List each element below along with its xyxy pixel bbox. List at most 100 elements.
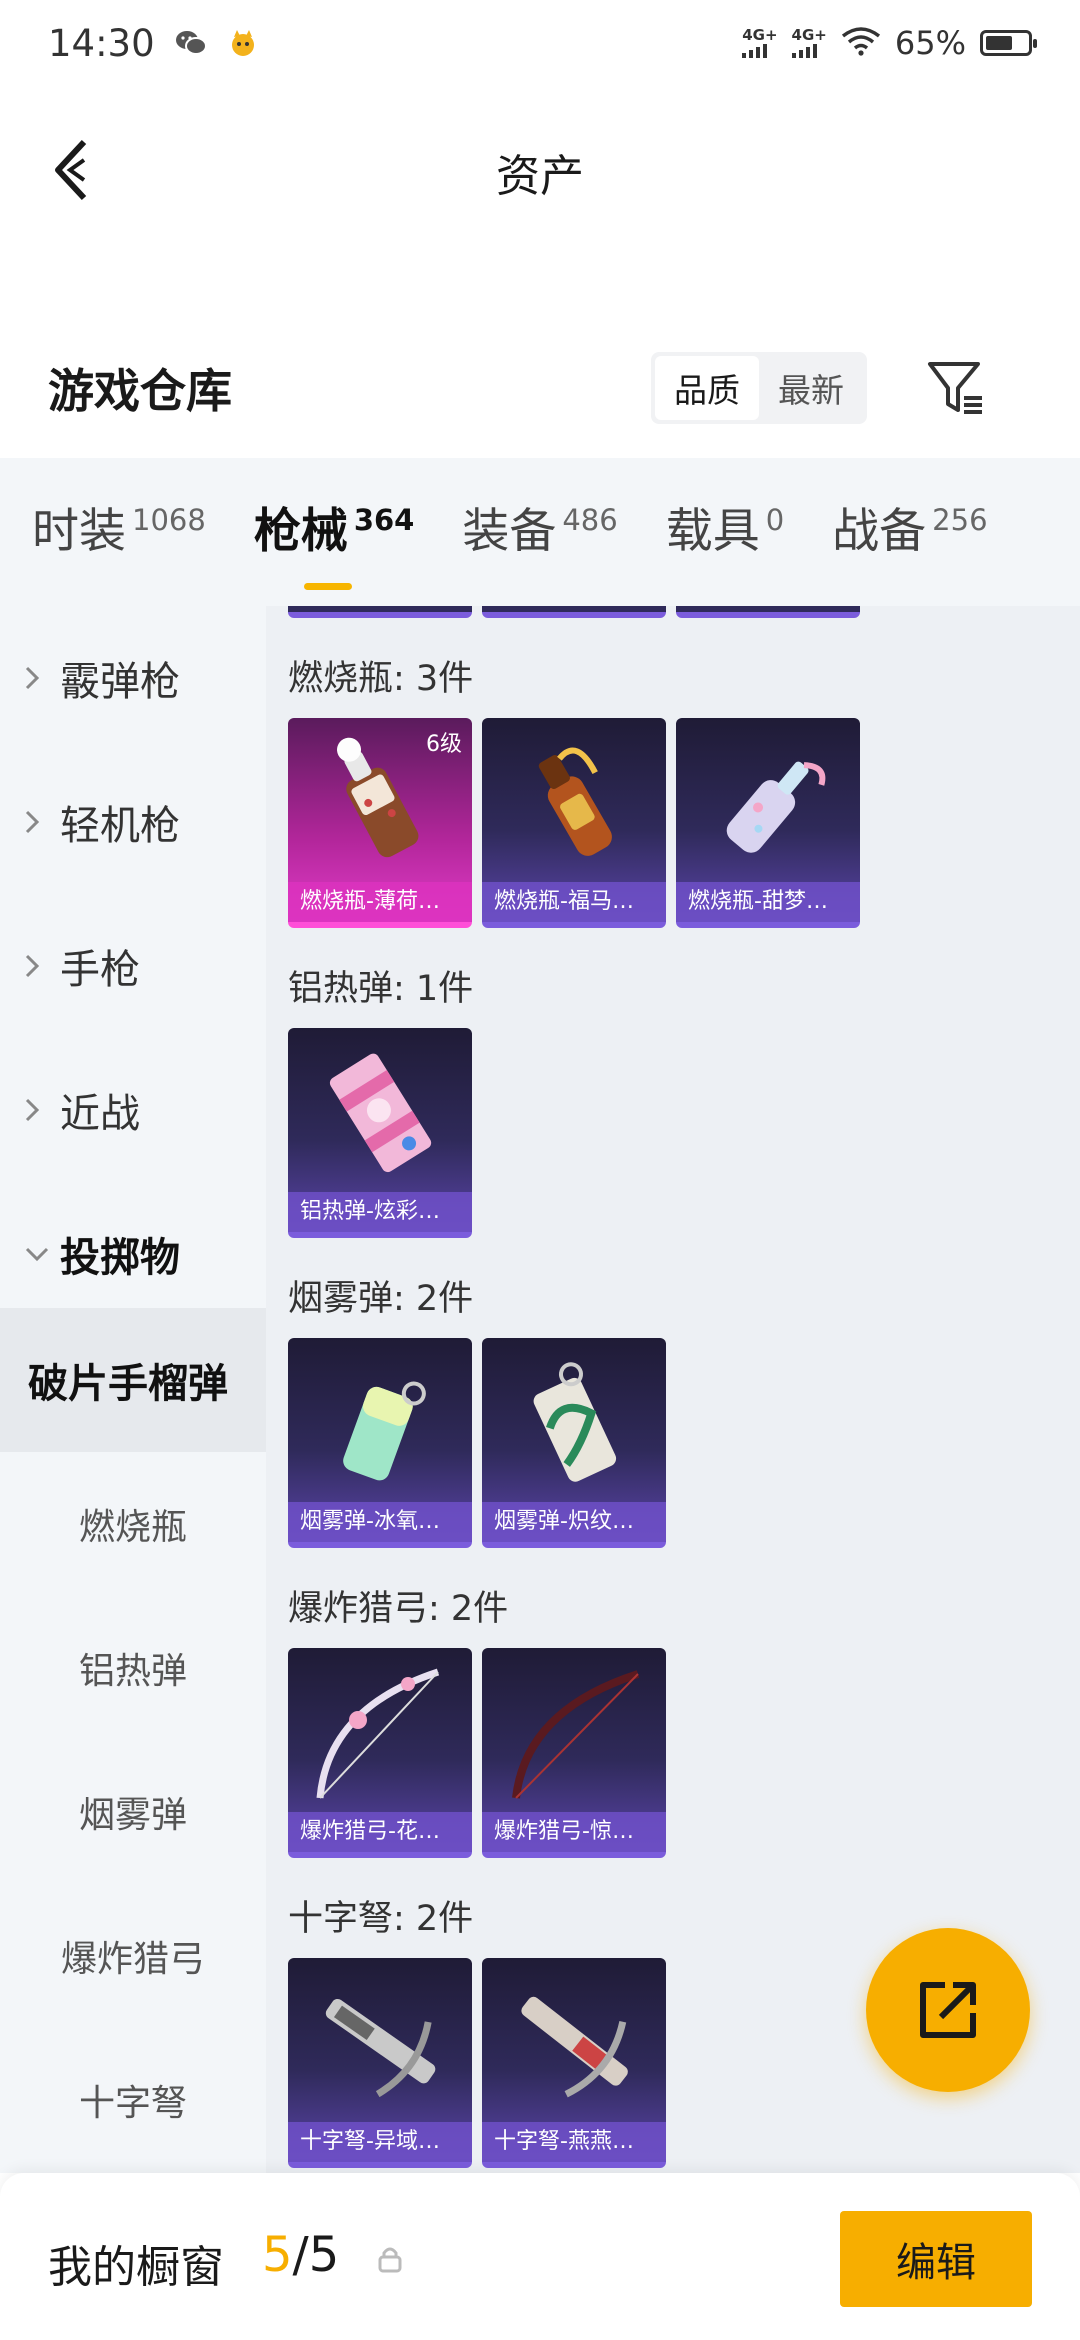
bottom-bar: 我的橱窗 5/5 编辑 xyxy=(0,2173,1080,2340)
item-name: 十字弩-异域… xyxy=(288,2122,472,2162)
status-bar: 14:30 4G+ 4G+ 65% xyxy=(0,0,1080,86)
item-card[interactable]: 烟雾弹-冰氧… xyxy=(288,1338,472,1548)
tab-label: 载具 xyxy=(665,504,760,559)
tab-vehicles[interactable]: 载具 0 xyxy=(666,492,784,572)
tab-firearms[interactable]: 枪械 364 xyxy=(253,492,415,590)
item-card[interactable]: 燃烧瓶-甜梦… xyxy=(676,718,860,928)
sidebar-item-label: 近战 xyxy=(60,1091,140,1137)
item-card[interactable]: 6级 燃烧瓶-薄荷… xyxy=(288,718,472,928)
sidebar-item-pistol[interactable]: 手枪 xyxy=(0,894,266,1038)
chevron-right-icon xyxy=(24,665,60,691)
item-name: 燃烧瓶-福马… xyxy=(482,882,666,922)
item-card-partial[interactable] xyxy=(288,606,472,618)
item-card-partial[interactable] xyxy=(482,606,666,618)
item-card[interactable]: 爆炸猎弓-惊… xyxy=(482,1648,666,1858)
category-tabs: 时装 1068 枪械 364 装备 486 载具 0 战备 256 xyxy=(0,458,1080,606)
sort-toggle: 品质 最新 xyxy=(651,352,867,424)
network-type: 4G+ xyxy=(742,26,778,44)
chevron-down-icon xyxy=(24,1246,60,1262)
showcase-label: 我的橱窗 xyxy=(48,2242,224,2293)
filter-icon xyxy=(928,362,982,414)
lock-icon xyxy=(378,2247,402,2273)
molotov-fortune-art xyxy=(538,747,612,856)
sidebar-item-lmg[interactable]: 轻机枪 xyxy=(0,750,266,894)
sidebar-sub-smoke[interactable]: 烟雾弹 xyxy=(0,1740,266,1884)
sidebar-sub-explosive-bow[interactable]: 爆炸猎弓 xyxy=(0,1884,266,2028)
sidebar-item-frag-grenade[interactable]: 破片手榴弹 xyxy=(0,1308,266,1452)
sidebar-sub-thermite[interactable]: 铝热弹 xyxy=(0,1596,266,1740)
tab-label: 枪械 xyxy=(253,504,348,559)
active-tab-indicator xyxy=(303,583,352,590)
tab-label: 装备 xyxy=(462,504,557,559)
item-card[interactable]: 十字弩-异域… xyxy=(288,1958,472,2168)
sidebar-item-label: 投掷物 xyxy=(60,1235,180,1281)
item-card[interactable]: 爆炸猎弓-花… xyxy=(288,1648,472,1858)
tab-equipment[interactable]: 装备 486 xyxy=(462,492,617,572)
group-title-smoke: 烟雾弹: 2件 xyxy=(288,1279,474,1319)
explosive-bow-flower-art xyxy=(316,1668,440,1799)
sort-newest-option[interactable]: 最新 xyxy=(759,356,863,420)
item-name: 十字弩-燕燕… xyxy=(482,2122,666,2162)
group-title-molotov: 燃烧瓶: 3件 xyxy=(288,659,474,699)
showcase-count: 5/5 xyxy=(262,2227,339,2283)
item-level: 6级 xyxy=(426,732,462,757)
showcase-separator: / xyxy=(292,2227,309,2283)
sidebar-item-label: 破片手榴弹 xyxy=(28,1361,228,1407)
share-fab-button[interactable] xyxy=(866,1928,1030,2092)
tab-label: 战备 xyxy=(832,504,927,559)
crossbow-swallow-art xyxy=(521,1996,628,2098)
filter-button[interactable] xyxy=(920,352,992,424)
item-card[interactable]: 烟雾弹-炽纹… xyxy=(482,1338,666,1548)
wechat-icon xyxy=(175,27,207,59)
page-title: 资产 xyxy=(496,151,584,202)
sidebar-item-melee[interactable]: 近战 xyxy=(0,1038,266,1182)
tab-fashion[interactable]: 时装 1068 xyxy=(32,492,206,572)
tab-count: 0 xyxy=(765,503,785,537)
thermite-colorful-art xyxy=(329,1053,432,1173)
group-title-thermite: 铝热弹: 1件 xyxy=(288,969,474,1009)
sidebar-item-label: 手枪 xyxy=(60,947,140,993)
smoke-blaze-art xyxy=(533,1362,617,1482)
app-mascot-icon xyxy=(227,27,259,59)
sidebar-item-label: 轻机枪 xyxy=(60,803,180,849)
chevron-right-icon xyxy=(24,1097,60,1123)
explosive-bow-thunder-art xyxy=(512,1670,640,1799)
group-title-crossbow: 十字弩: 2件 xyxy=(288,1899,474,1939)
battery-icon xyxy=(980,30,1037,56)
sidebar-item-label: 霰弹枪 xyxy=(60,659,180,705)
tab-count: 486 xyxy=(562,503,618,537)
item-name: 爆炸猎弓-花… xyxy=(288,1812,472,1852)
signal-icon: 4G+ xyxy=(791,28,827,58)
warehouse-title: 游戏仓库 xyxy=(48,364,232,418)
sidebar-sub-crossbow[interactable]: 十字弩 xyxy=(0,2028,266,2172)
sidebar-sub-molotov[interactable]: 燃烧瓶 xyxy=(0,1452,266,1596)
group-title-explosive-bow: 爆炸猎弓: 2件 xyxy=(288,1589,509,1629)
share-external-icon xyxy=(920,1982,976,2038)
sidebar-item-throwables[interactable]: 投掷物 xyxy=(0,1182,266,1326)
status-time: 14:30 xyxy=(48,21,155,65)
sidebar-item-shotgun[interactable]: 霰弹枪 xyxy=(0,606,266,750)
tab-combat-gear[interactable]: 战备 256 xyxy=(832,492,987,572)
item-name: 烟雾弹-炽纹… xyxy=(482,1502,666,1542)
showcase-total: 5 xyxy=(308,2227,340,2283)
item-card[interactable]: 十字弩-燕燕… xyxy=(482,1958,666,2168)
edit-button[interactable]: 编辑 xyxy=(840,2211,1032,2307)
item-name: 烟雾弹-冰氧… xyxy=(288,1502,472,1542)
showcase-current: 5 xyxy=(262,2227,293,2283)
item-name: 爆炸猎弓-惊… xyxy=(482,1812,666,1852)
chevron-right-icon xyxy=(24,953,60,979)
tab-count: 364 xyxy=(353,503,415,537)
wifi-icon xyxy=(841,26,881,60)
signal-icon: 4G+ xyxy=(742,26,778,58)
item-card-partial[interactable] xyxy=(676,606,860,618)
sort-quality-option[interactable]: 品质 xyxy=(655,356,759,420)
item-card[interactable]: 铝热弹-炫彩… xyxy=(288,1028,472,1238)
item-card[interactable]: 燃烧瓶-福马… xyxy=(482,718,666,928)
battery-percent: 65% xyxy=(894,24,966,62)
tab-count: 256 xyxy=(932,503,988,537)
crossbow-exotic-art xyxy=(325,1998,436,2098)
tab-count: 1068 xyxy=(132,503,206,537)
tab-label: 时装 xyxy=(32,504,126,559)
item-name: 铝热弹-炫彩… xyxy=(288,1192,472,1232)
molotov-sweet-dream-art xyxy=(726,761,826,853)
